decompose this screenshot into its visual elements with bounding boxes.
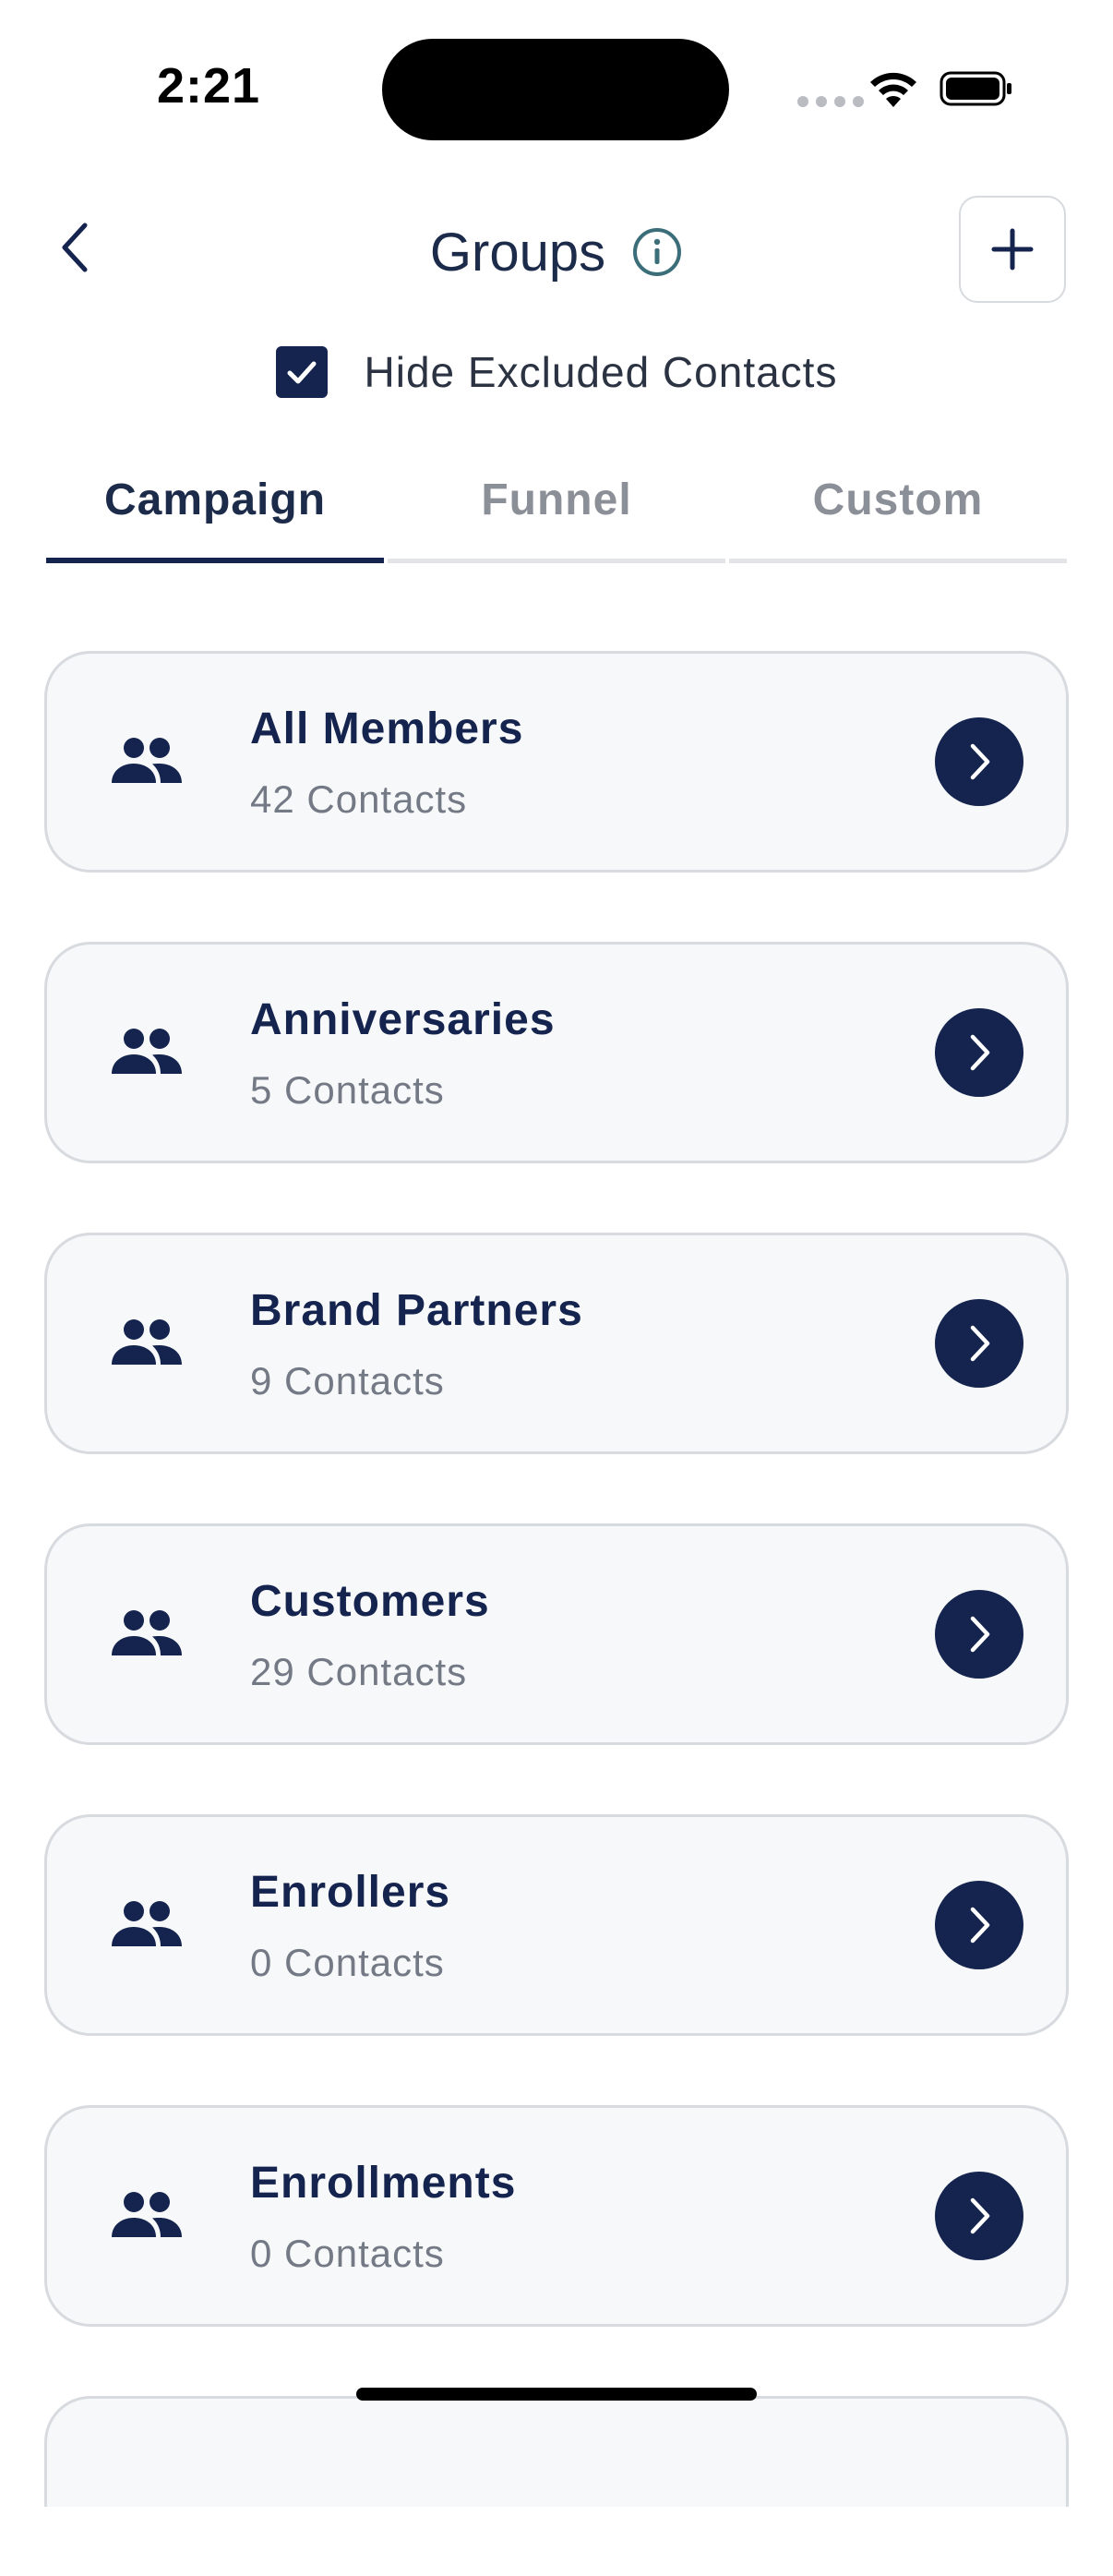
tab-custom[interactable]: Custom <box>727 462 1069 563</box>
people-icon <box>112 738 182 783</box>
chevron-right-icon <box>970 1034 990 1071</box>
chevron-right-icon <box>970 743 990 780</box>
people-icon <box>112 1319 182 1365</box>
chevron-right-icon <box>970 2197 990 2234</box>
battery-icon <box>939 71 1011 106</box>
hide-excluded-label: Hide Excluded Contacts <box>364 348 838 396</box>
people-icon <box>112 1029 182 1074</box>
cellular-signal-icon <box>797 96 864 107</box>
chevron-right-icon <box>970 1907 990 1944</box>
people-icon <box>112 1901 182 1946</box>
page-title: Groups <box>429 222 606 283</box>
group-name: Anniversaries <box>250 995 556 1044</box>
wifi-icon <box>870 72 916 107</box>
group-name: All Members <box>250 704 524 753</box>
group-list: All Members 42 Contacts Anniversaries 5 … <box>44 651 1069 2576</box>
group-count: 5 Contacts <box>250 1068 445 1112</box>
plus-icon <box>991 228 1034 271</box>
add-group-button[interactable] <box>959 196 1066 303</box>
group-tabs: Campaign Funnel Custom <box>44 462 1069 563</box>
group-count: 0 Contacts <box>250 2232 445 2275</box>
group-card-enrollers[interactable]: Enrollers 0 Contacts <box>44 1814 1069 2036</box>
hide-excluded-checkbox[interactable] <box>275 346 328 398</box>
group-card-partial[interactable] <box>44 2396 1069 2507</box>
group-card-brand-partners[interactable]: Brand Partners 9 Contacts <box>44 1233 1069 1454</box>
open-group-button[interactable] <box>935 1881 1023 1969</box>
open-group-button[interactable] <box>935 1590 1023 1679</box>
group-name: Enrollments <box>250 2159 517 2208</box>
status-time: 2:21 <box>157 58 261 114</box>
open-group-button[interactable] <box>935 2172 1023 2260</box>
group-name: Brand Partners <box>250 1286 583 1335</box>
group-name: Customers <box>250 1577 490 1626</box>
group-card-enrollments[interactable]: Enrollments 0 Contacts <box>44 2105 1069 2327</box>
open-group-button[interactable] <box>935 717 1023 806</box>
group-count: 29 Contacts <box>250 1650 468 1693</box>
open-group-button[interactable] <box>935 1299 1023 1388</box>
open-group-button[interactable] <box>935 1008 1023 1097</box>
group-count: 0 Contacts <box>250 1941 445 1984</box>
checkmark-icon <box>287 361 317 384</box>
page-title-wrap: Groups <box>0 211 1113 294</box>
people-icon <box>112 2192 182 2237</box>
chevron-right-icon <box>970 1325 990 1362</box>
group-card-customers[interactable]: Customers 29 Contacts <box>44 1523 1069 1745</box>
group-card-all-members[interactable]: All Members 42 Contacts <box>44 651 1069 873</box>
tab-campaign[interactable]: Campaign <box>44 462 386 563</box>
group-card-anniversaries[interactable]: Anniversaries 5 Contacts <box>44 942 1069 1163</box>
home-indicator <box>356 2388 757 2401</box>
chevron-right-icon <box>970 1616 990 1653</box>
group-count: 9 Contacts <box>250 1359 445 1402</box>
info-icon[interactable] <box>631 226 683 278</box>
people-icon <box>112 1610 182 1655</box>
group-count: 42 Contacts <box>250 777 468 821</box>
hide-excluded-row[interactable]: Hide Excluded Contacts <box>0 342 1113 403</box>
group-name: Enrollers <box>250 1868 451 1917</box>
status-bar: 2:21 <box>0 0 1113 175</box>
tab-funnel[interactable]: Funnel <box>386 462 727 563</box>
dynamic-island <box>382 39 729 140</box>
